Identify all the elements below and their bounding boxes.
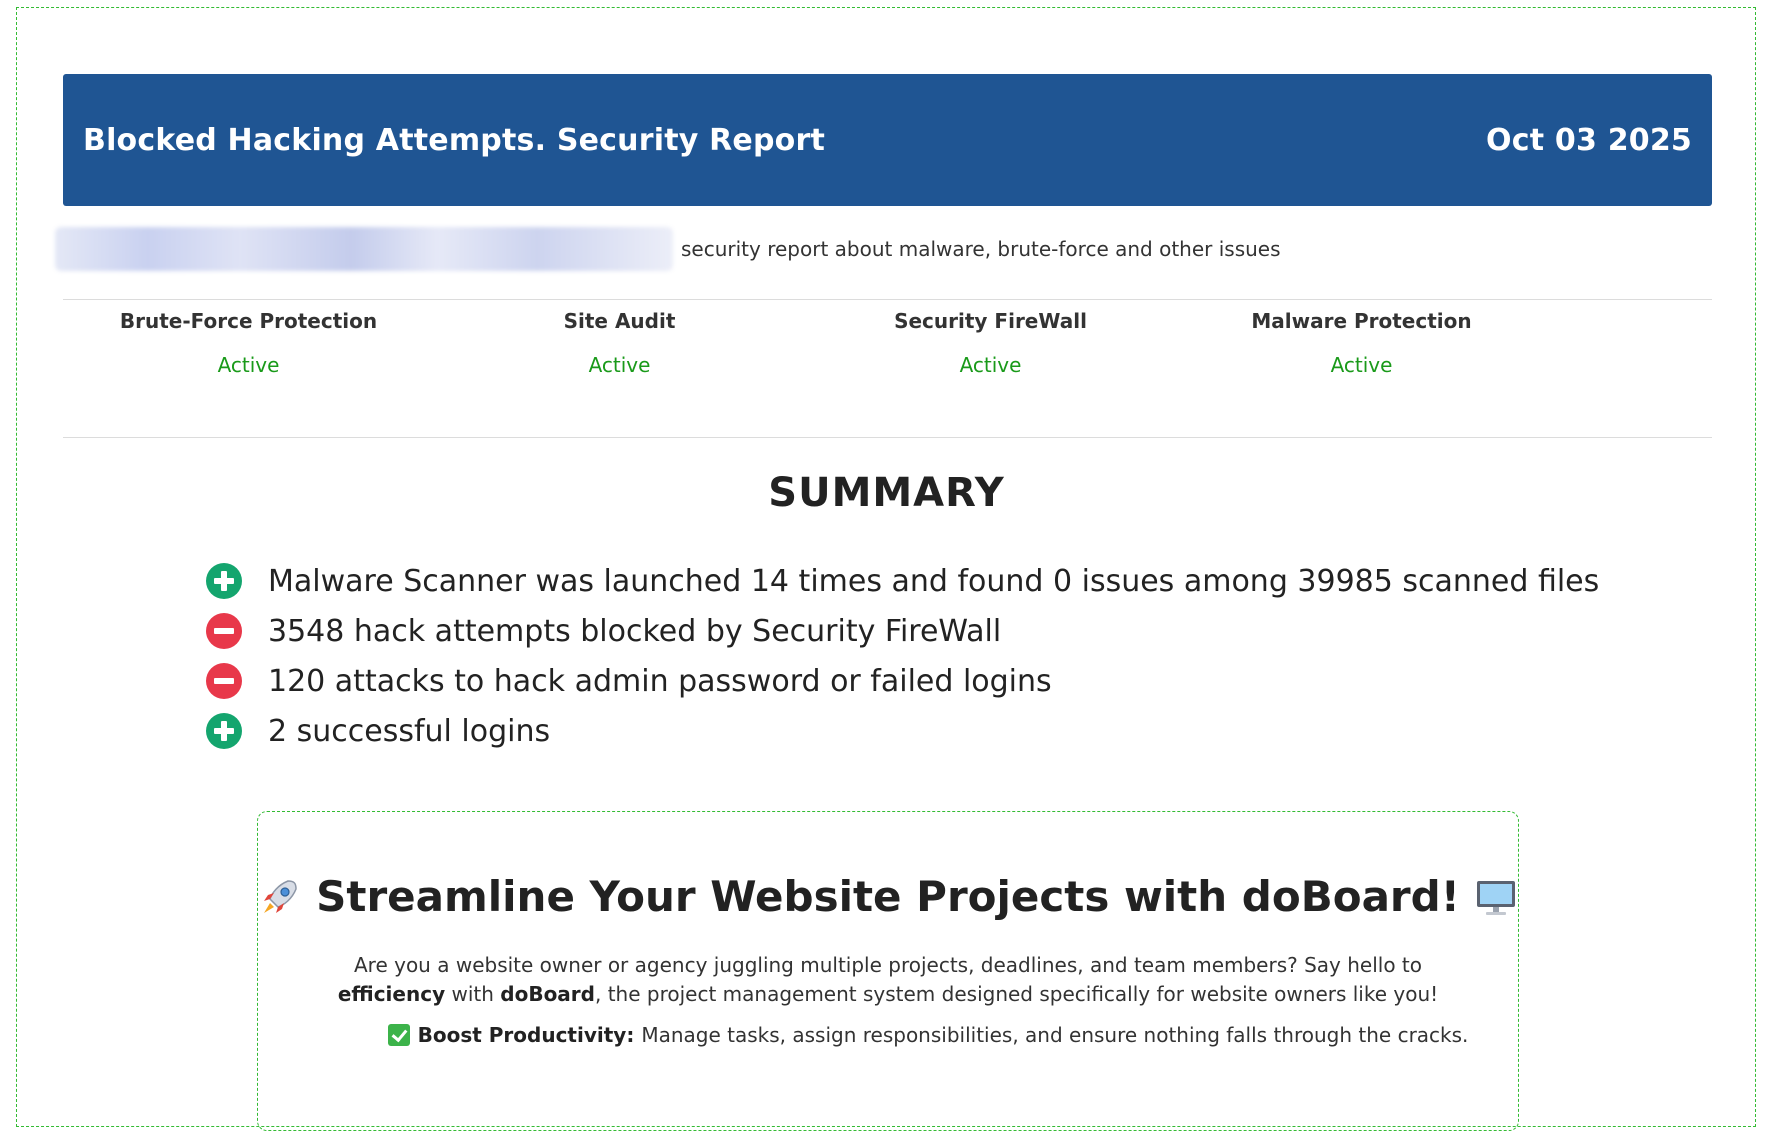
summary-item: 120 attacks to hack admin password or fa… [206, 656, 1599, 706]
status-row: Brute-Force Protection Active Site Audit… [63, 304, 1547, 382]
report-title: Blocked Hacking Attempts. Security Repor… [83, 122, 825, 158]
summary-text: 2 successful logins [268, 713, 551, 749]
status-value: Active [588, 353, 651, 377]
status-firewall: Security FireWall Active [805, 304, 1176, 382]
status-brute-force: Brute-Force Protection Active [63, 304, 434, 382]
point-label: Boost Productivity: [417, 1023, 635, 1047]
summary-text: 120 attacks to hack admin password or fa… [268, 663, 1052, 699]
summary-list: Malware Scanner was launched 14 times an… [206, 556, 1599, 756]
intro-text: security report about malware, brute-for… [681, 237, 1281, 261]
promo-description: Are you a website owner or agency juggli… [298, 951, 1478, 1009]
status-malware: Malware Protection Active [1176, 304, 1547, 382]
minus-circle-icon [206, 663, 242, 699]
promo-bold-efficiency: efficiency [337, 982, 446, 1006]
summary-item: 2 successful logins [206, 706, 1599, 756]
plus-circle-icon [206, 563, 242, 599]
status-name: Brute-Force Protection [119, 309, 378, 333]
blurred-site-link[interactable] [55, 227, 673, 271]
minus-circle-icon [206, 613, 242, 649]
status-name: Security FireWall [894, 309, 1087, 333]
summary-text: 3548 hack attempts blocked by Security F… [268, 613, 1002, 649]
promo-point-productivity: Boost Productivity: Manage tasks, assign… [258, 1023, 1518, 1047]
status-name: Malware Protection [1251, 309, 1472, 333]
intro-line: security report about malware, brute-for… [55, 227, 1281, 271]
status-value: Active [217, 353, 280, 377]
summary-item: 3548 hack attempts blocked by Security F… [206, 606, 1599, 656]
status-value: Active [1330, 353, 1393, 377]
divider-top [63, 299, 1712, 300]
summary-text: Malware Scanner was launched 14 times an… [268, 563, 1600, 599]
plus-circle-icon [206, 713, 242, 749]
promo-text-part: , the project management system designed… [594, 982, 1439, 1006]
promo-text-part: Are you a website owner or agency juggli… [353, 953, 1423, 977]
summary-item: Malware Scanner was launched 14 times an… [206, 556, 1599, 606]
divider-bottom [63, 437, 1712, 438]
status-name: Site Audit [563, 309, 676, 333]
doboard-promo: Streamline Your Website Projects with do… [257, 811, 1519, 1131]
status-value: Active [959, 353, 1022, 377]
check-mark-icon [387, 1024, 410, 1046]
promo-title: Streamline Your Website Projects with do… [316, 872, 1460, 921]
promo-bold-doboard: doBoard [500, 982, 595, 1006]
rocket-icon [264, 879, 297, 913]
point-text: Manage tasks, assign responsibilities, a… [641, 1023, 1469, 1047]
desktop-computer-icon [1476, 880, 1515, 915]
status-site-audit: Site Audit Active [434, 304, 805, 382]
promo-text-part: with [445, 982, 501, 1006]
promo-title-row: Streamline Your Website Projects with do… [258, 872, 1518, 921]
report-date: Oct 03 2025 [1486, 122, 1692, 158]
report-header: Blocked Hacking Attempts. Security Repor… [63, 74, 1712, 206]
summary-title: SUMMARY [768, 470, 1005, 516]
